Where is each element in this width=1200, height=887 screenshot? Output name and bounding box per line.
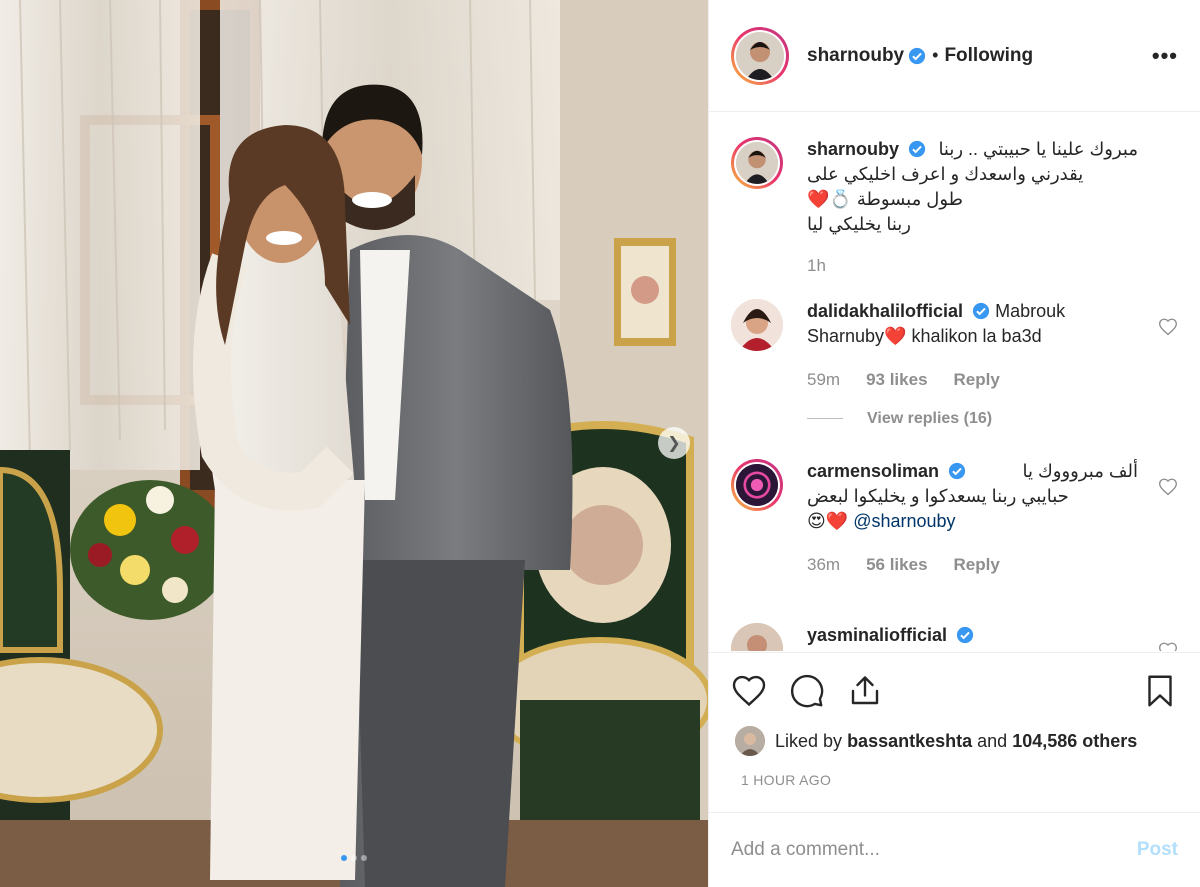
heart-emoji: ❤️ (884, 326, 907, 346)
comment-text-after: khalikon la ba3d (911, 326, 1042, 346)
verified-badge-icon (908, 140, 926, 158)
verified-badge-icon (956, 626, 974, 644)
comment-time[interactable]: 36m (807, 552, 840, 577)
avatar-photo-icon (731, 623, 783, 651)
more-options-icon[interactable]: ••• (1152, 43, 1178, 69)
caption-avatar[interactable] (731, 137, 783, 189)
comment-avatar[interactable] (731, 623, 783, 651)
post-header: sharnouby • Following ••• (709, 0, 1200, 112)
next-photo-button[interactable]: ❯ (658, 427, 690, 459)
author-avatar[interactable] (731, 26, 789, 85)
verified-badge-icon (948, 462, 966, 480)
reply-button[interactable]: Reply (954, 367, 1000, 392)
comment-username[interactable]: dalidakhalilofficial (807, 301, 963, 321)
comment-avatar[interactable] (731, 459, 783, 511)
comment-likes[interactable]: 93 likes (866, 367, 927, 392)
comment-emoji: 😍❤️ (807, 511, 849, 531)
caption: sharnouby مبروك علينا يا حبيبتي .. ربنا … (731, 137, 1178, 278)
add-comment-bar: Post (709, 812, 1200, 887)
comment-text-line2: حبايبي ربنا يسعدكوا و يخليكوا لبعض (807, 486, 1069, 506)
carousel-dot (351, 855, 357, 861)
photo-illustration (0, 0, 708, 887)
mention-link[interactable]: @sharnouby (853, 511, 955, 531)
avatar-photo-icon (735, 726, 765, 756)
save-bookmark-icon[interactable] (1142, 673, 1178, 709)
author-username[interactable]: sharnouby (807, 45, 904, 67)
comment-avatar[interactable] (731, 299, 783, 351)
caption-text-line1: مبروك علينا يا حبيبتي .. ربنا (938, 139, 1138, 159)
avatar-photo-icon (731, 299, 783, 351)
caption-emoji: ❤️💍 (807, 189, 852, 209)
comment-likes[interactable]: 56 likes (866, 552, 927, 577)
avatar-photo-icon (736, 464, 778, 506)
divider-line (807, 418, 843, 419)
comment-bubble-icon[interactable] (789, 673, 825, 709)
like-comment-heart-icon[interactable] (1158, 641, 1178, 651)
post-timestamp[interactable]: 1 HOUR AGO (741, 772, 831, 788)
comment-time[interactable]: 59m (807, 367, 840, 392)
liked-by-prefix: Liked by (775, 730, 843, 751)
comment-item: yasminaliofficial (731, 623, 1178, 651)
verified-badge-icon (909, 47, 926, 64)
view-replies-button[interactable]: View replies (16) (807, 406, 1138, 431)
post-side-panel: sharnouby • Following ••• sharnouby مبرو… (708, 0, 1200, 887)
comment-input[interactable] (731, 839, 1137, 861)
comments-list[interactable]: sharnouby مبروك علينا يا حبيبتي .. ربنا … (709, 113, 1200, 651)
reply-button[interactable]: Reply (954, 552, 1000, 577)
avatar-photo-icon (736, 142, 778, 184)
comment-username[interactable]: yasminaliofficial (807, 625, 947, 645)
avatar-photo-icon (736, 31, 784, 80)
post-photo[interactable]: ❯ (0, 0, 708, 887)
comment-username[interactable]: carmensoliman (807, 461, 939, 481)
comment-item: dalidakhalilofficial Mabrouk Sharnuby❤️ … (731, 299, 1178, 431)
likes-summary[interactable]: Liked by bassantkeshta and 104,586 other… (735, 726, 1180, 756)
carousel-dot (361, 855, 367, 861)
header-separator: • (932, 45, 939, 65)
others-count[interactable]: 104,586 others (1012, 731, 1137, 752)
post-comment-button[interactable]: Post (1137, 839, 1178, 861)
caption-username[interactable]: sharnouby (807, 139, 899, 159)
carousel-indicators (0, 855, 708, 861)
share-upload-icon[interactable] (847, 673, 883, 709)
caption-text-line2: يقدرني واسعدك و اعرف اخليكي على (807, 164, 1084, 184)
comment-item: carmensoliman ألف مبروووك يا حبايبي ربنا… (731, 459, 1178, 577)
chevron-right-icon: ❯ (667, 435, 681, 452)
following-button[interactable]: Following (944, 45, 1033, 67)
like-comment-heart-icon[interactable] (1158, 477, 1178, 497)
verified-badge-icon (972, 302, 990, 320)
liker-avatar[interactable] (735, 726, 765, 756)
action-bar (709, 652, 1200, 712)
instagram-post: ❯ sharnouby • Following ••• sharnouby مب… (0, 0, 1200, 887)
view-replies-label: View replies (16) (867, 410, 993, 427)
liked-by-and: and (977, 730, 1008, 751)
like-comment-heart-icon[interactable] (1158, 317, 1178, 337)
caption-text-line4: ربنا يخليكي ليا (807, 214, 911, 234)
liker-username[interactable]: bassantkeshta (847, 731, 972, 752)
like-heart-icon[interactable] (731, 673, 767, 709)
comment-text-line1: ألف مبروووك يا (1022, 461, 1138, 481)
caption-text-line3: طول مبسوطة (856, 189, 963, 209)
carousel-dot-active (341, 855, 347, 861)
caption-time[interactable]: 1h (807, 253, 826, 278)
